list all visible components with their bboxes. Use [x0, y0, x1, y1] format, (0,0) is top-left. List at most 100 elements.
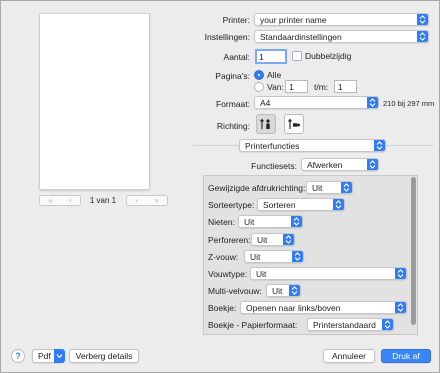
section-value: Printerfuncties — [245, 140, 300, 151]
next-page-icon[interactable]: › — [135, 196, 138, 205]
chevron-updown-icon — [367, 97, 378, 108]
feature-row: Vouwtype: Uit — [208, 266, 411, 281]
copies-label: Aantal: — [223, 52, 250, 62]
pages-to-label: t/m: — [314, 82, 329, 92]
chevron-updown-icon — [382, 319, 393, 330]
feature-select[interactable]: Uit — [238, 215, 303, 228]
feature-select[interactable]: Uit — [306, 181, 353, 194]
printer-value: your printer name — [260, 14, 327, 25]
feature-value: Uit — [312, 182, 323, 193]
paper-size-label: Formaat: — [215, 99, 250, 109]
feature-select[interactable]: Printerstandaard — [307, 318, 394, 331]
feature-row: Perforeren: Uit — [208, 232, 411, 247]
feature-value: Uit — [244, 216, 255, 227]
print-dialog: « ‹ 1 van 1 › » Printer: your printer na… — [0, 0, 440, 373]
presets-select[interactable]: Standaardinstellingen — [254, 30, 429, 43]
feature-label: Z-vouw: — [208, 252, 239, 262]
feature-label: Perforeren: — [208, 235, 251, 245]
landscape-orientation-button[interactable] — [284, 114, 304, 134]
feature-row: Z-vouw: Uit — [208, 249, 411, 264]
chevron-updown-icon — [395, 268, 406, 279]
feature-value: Sorteren — [263, 199, 296, 210]
pages-all-radio[interactable] — [254, 70, 264, 80]
paper-size-select[interactable]: A4 — [254, 96, 379, 109]
printer-select[interactable]: your printer name — [254, 13, 429, 26]
copies-input[interactable]: 1 — [255, 49, 287, 64]
last-page-icon[interactable]: » — [154, 196, 158, 205]
print-button[interactable]: Druk af — [381, 349, 431, 363]
chevron-down-icon — [54, 349, 65, 363]
chevron-updown-icon — [291, 216, 302, 227]
feature-row: Nieten: Uit — [208, 214, 411, 229]
feature-label: Boekje: — [208, 303, 237, 313]
pages-from-label: Van: — [267, 82, 284, 92]
feature-label: Gewijzigde afdrukrichting: — [208, 183, 306, 193]
feature-select[interactable]: Uit — [251, 233, 295, 246]
help-button[interactable]: ? — [11, 349, 25, 363]
portrait-person-icon — [260, 118, 270, 129]
feature-label: Multi-velvouw: — [208, 286, 262, 296]
pages-range-radio[interactable] — [254, 82, 264, 92]
page-preview — [39, 13, 150, 190]
section-select[interactable]: Printerfuncties — [239, 139, 386, 152]
copies-value: 1 — [259, 51, 264, 62]
separator-right — [386, 145, 434, 146]
feature-value: Openen naar links/boven — [246, 302, 341, 313]
feature-sets-value: Afwerken — [307, 159, 343, 170]
pages-label: Pagina's: — [215, 71, 250, 81]
chevron-updown-icon — [292, 251, 303, 262]
print-label: Druk af — [392, 351, 420, 361]
chevron-updown-icon — [395, 302, 406, 313]
feature-label: Nieten: — [208, 217, 235, 227]
features-scrollbar[interactable] — [411, 177, 416, 325]
feature-value: Uit — [256, 268, 267, 279]
double-sided-checkbox[interactable] — [292, 51, 302, 61]
cancel-label: Annuleer — [331, 351, 367, 361]
chevron-updown-icon — [367, 159, 378, 170]
orientation-label: Richting: — [216, 121, 250, 131]
feature-select[interactable]: Sorteren — [257, 198, 345, 211]
feature-select[interactable]: Openen naar links/boven — [240, 301, 407, 314]
feature-select[interactable]: Uit — [266, 284, 301, 297]
presets-value: Standaardinstellingen — [260, 31, 342, 42]
pages-all-label: Alle — [267, 70, 282, 80]
separator-left — [193, 145, 241, 146]
first-page-icon[interactable]: « — [48, 196, 52, 205]
preview-back-buttons[interactable]: « ‹ — [39, 195, 81, 206]
preview-forward-buttons[interactable]: › » — [126, 195, 168, 206]
double-sided-label: Dubbelzijdig — [305, 51, 352, 61]
chevron-updown-icon — [283, 234, 294, 245]
chevron-updown-icon — [289, 285, 300, 296]
feature-label: Sorteertype: — [208, 200, 255, 210]
chevron-updown-icon — [341, 182, 352, 193]
feature-row: Boekje - Papierformaat: Printerstandaard — [208, 317, 411, 332]
printer-label: Printer: — [222, 15, 250, 25]
feature-sets-select[interactable]: Afwerken — [301, 158, 379, 171]
hide-details-label: Verberg details — [75, 351, 133, 361]
feature-select[interactable]: Uit — [244, 250, 304, 263]
feature-row: Boekje: Openen naar links/boven — [208, 300, 411, 315]
pages-to-input[interactable]: 1 — [334, 80, 357, 93]
presets-label: Instellingen: — [204, 32, 250, 42]
chevron-updown-icon — [333, 199, 344, 210]
feature-row: Multi-velvouw: Uit — [208, 283, 411, 298]
cancel-button[interactable]: Annuleer — [323, 349, 375, 363]
pages-from-value: 1 — [289, 81, 294, 92]
feature-row: Gewijzigde afdrukrichting: Uit — [208, 180, 411, 195]
portrait-orientation-button[interactable] — [256, 114, 276, 134]
pdf-label: Pdf — [38, 351, 51, 361]
features-panel: Gewijzigde afdrukrichting: Uit Sorteerty… — [203, 175, 418, 335]
feature-select[interactable]: Uit — [250, 267, 407, 280]
feature-row: Sorteertype: Sorteren — [208, 197, 411, 212]
pages-from-input[interactable]: 1 — [285, 80, 308, 93]
pdf-menu-button[interactable]: Pdf — [32, 349, 65, 363]
feature-value: Uit — [257, 234, 268, 245]
hide-details-button[interactable]: Verberg details — [69, 349, 139, 363]
previous-page-icon[interactable]: ‹ — [69, 196, 72, 205]
chevron-updown-icon — [417, 31, 428, 42]
feature-label: Boekje - Papierformaat: — [208, 320, 298, 330]
paper-dimensions: 210 bij 297 mm — [383, 99, 435, 108]
feature-value: Uit — [250, 251, 261, 262]
feature-value: Printerstandaard — [313, 319, 376, 330]
feature-label: Vouwtype: — [208, 269, 248, 279]
